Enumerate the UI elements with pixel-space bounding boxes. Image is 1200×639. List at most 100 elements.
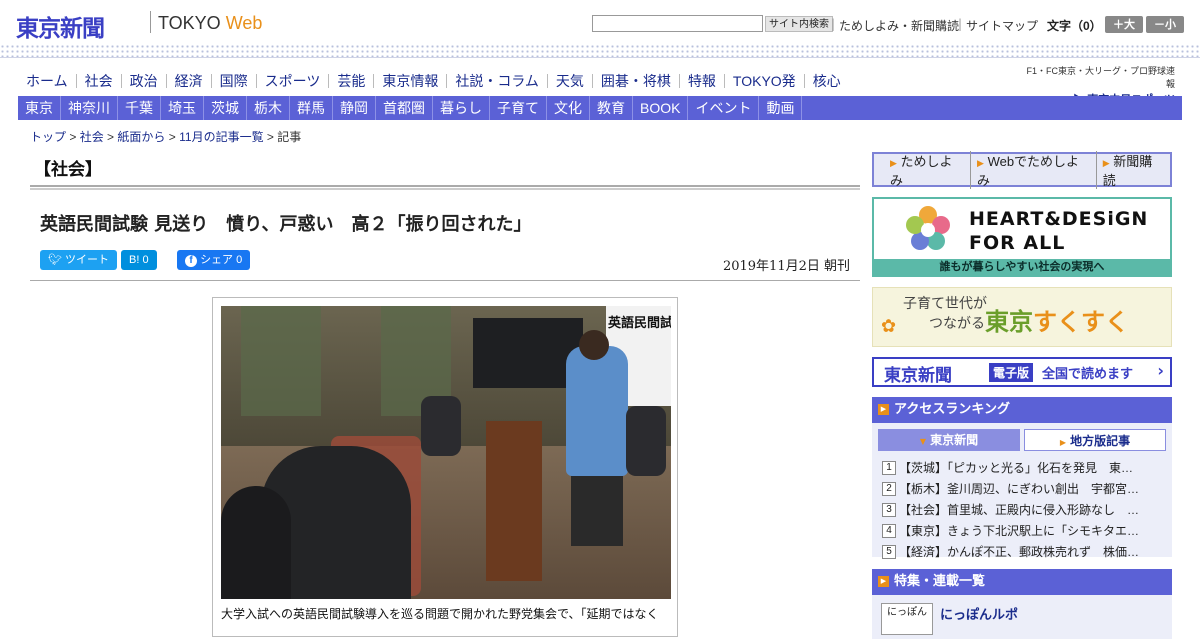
sukusuku-tagline-1: 子育て世代が [903, 296, 987, 312]
nav-sports[interactable]: スポーツ [255, 74, 329, 88]
nav2-education[interactable]: 教育 [590, 96, 633, 120]
digital-edition-tag: 電子版 [989, 363, 1034, 382]
breadcrumb-sep: > [263, 130, 278, 144]
search-input[interactable] [592, 15, 763, 32]
nav2-ibaraki[interactable]: 茨城 [204, 96, 247, 120]
logo-divider [150, 11, 151, 33]
nav2-saitama[interactable]: 埼玉 [161, 96, 204, 120]
nav2-gunma[interactable]: 群馬 [290, 96, 333, 120]
article-photo[interactable]: 英語民間試 [221, 306, 671, 599]
site-header: 東京新聞 TOKYO Web サイト内検索 | ためしよみ・新聞購読 | サイト… [0, 0, 1200, 44]
heart-design-line2: FOR ALL [969, 232, 1066, 254]
nav-politics[interactable]: 政治 [120, 74, 166, 88]
nav2-tochigi[interactable]: 栃木 [247, 96, 290, 120]
nav-go-shogi[interactable]: 囲碁・将棋 [591, 74, 679, 88]
breadcrumb-print[interactable]: 紙面から [117, 130, 165, 144]
nav2-book[interactable]: BOOK [633, 96, 689, 120]
nav-economy[interactable]: 経済 [165, 74, 211, 88]
access-ranking: アクセスランキング ▼ 東京新聞 ▶ 地方版記事 1【茨城】「ピカッと光る」化石… [872, 397, 1172, 559]
nav-entertainment[interactable]: 芸能 [328, 74, 373, 88]
tab-tokyo-shimbun[interactable]: ▼ 東京新聞 [878, 429, 1020, 451]
breadcrumb-society[interactable]: 社会 [80, 130, 104, 144]
heart-design-line1: HEART&DESiGN [969, 208, 1149, 230]
font-smaller-button[interactable]: －小 [1146, 16, 1184, 33]
nav2-parenting[interactable]: 子育て [490, 96, 547, 120]
logo-en-prefix: TOKYO [158, 13, 226, 33]
trial-read-label: ためしよみ [890, 153, 953, 188]
font-bigger-button[interactable]: ＋大 [1105, 16, 1143, 33]
arrow-right-icon: ▶ [1059, 438, 1066, 447]
hatena-bookmark-button[interactable]: B! 0 [121, 250, 157, 270]
trial-read-link[interactable]: ▶ ためしよみ [884, 150, 972, 189]
photo-caption: 大学入試への英語民間試験導入を巡る問題で開かれた野党集会で、「延期ではなく [221, 607, 659, 621]
ranking-item[interactable]: 1 【茨城】「ピカッと光る」化石を発見 東… [882, 457, 1166, 478]
nav2-metro[interactable]: 首都圏 [376, 96, 433, 120]
ranking-text: 【栃木】釜川周辺、にぎわい創出 宇都宮… [899, 482, 1140, 496]
ranking-item[interactable]: 2 【栃木】釜川周辺、にぎわい創出 宇都宮… [882, 478, 1166, 499]
nav2-culture[interactable]: 文化 [547, 96, 590, 120]
article-date: 2019年11月2日 朝刊 [722, 259, 850, 274]
ranking-item[interactable]: 4 【東京】きょう下北沢駅上に「シモキタエ… [882, 520, 1166, 541]
flower-icon: ✿ [881, 316, 897, 337]
nav2-event[interactable]: イベント [688, 96, 760, 120]
site-logo-en[interactable]: TOKYO Web [158, 13, 262, 34]
facebook-share-label: シェア 0 [200, 254, 243, 266]
nav-tokyo-hatsu[interactable]: TOKYO発 [723, 74, 804, 88]
nav2-tokyo[interactable]: 東京 [18, 96, 61, 120]
category-divider [30, 185, 860, 190]
subscribe-link[interactable]: ▶ 新聞購読 [1097, 151, 1170, 189]
nav2-kanagawa[interactable]: 神奈川 [61, 96, 118, 120]
breadcrumb-sep: > [103, 130, 118, 144]
nav2-shizuoka[interactable]: 静岡 [333, 96, 376, 120]
breadcrumb-top[interactable]: トップ [30, 130, 66, 144]
tab-tokyo-shimbun-label: 東京新聞 [930, 433, 979, 447]
trial-subscribe-link[interactable]: ためしよみ・新聞購読 [839, 17, 959, 34]
photo-seated-person [626, 406, 666, 476]
sukusuku-logo: 東京すくすく [985, 302, 1129, 337]
nav-editorial[interactable]: 社説・コラム [446, 74, 547, 88]
site-search-button[interactable]: サイト内検索 [765, 16, 833, 32]
breadcrumb-sep: > [165, 130, 180, 144]
nav2-video[interactable]: 動画 [759, 96, 803, 120]
digital-edition-text: 全国で読めます [1042, 367, 1134, 382]
ranking-text: 【経済】かんぽ不正、郵政株売れず 株価… [899, 545, 1140, 559]
ranking-item[interactable]: 3 【社会】首里城、正殿内に侵入形跡なし … [882, 499, 1166, 520]
nav-special-report[interactable]: 特報 [678, 74, 724, 88]
digital-edition-banner[interactable]: 東京新聞 電子版 全国で読めます › [872, 357, 1172, 387]
site-logo[interactable]: 東京新聞 [16, 9, 105, 43]
triangle-down-icon: ▼ [919, 437, 926, 446]
web-trial-read-link[interactable]: ▶ Webでためしよみ [971, 150, 1097, 189]
tab-local-articles[interactable]: ▶ 地方版記事 [1024, 429, 1166, 451]
primary-nav: ホーム 社会 政治 経済 国際 スポーツ 芸能 東京情報 社説・コラム 天気 囲… [18, 70, 849, 92]
ranking-item[interactable]: 5 【経済】かんぽ不正、郵政株売れず 株価… [882, 541, 1166, 562]
sitemap-link[interactable]: サイトマップ [966, 17, 1038, 34]
nav-home[interactable]: ホーム [18, 74, 76, 88]
feature-item[interactable]: にっぽん にっぽんルポ [872, 595, 1172, 639]
nav2-chiba[interactable]: 千葉 [118, 96, 161, 120]
feature-series: 特集・連載一覧 にっぽん にっぽんルポ [872, 569, 1172, 639]
nav-kakushin[interactable]: 核心 [803, 74, 849, 88]
nav-society[interactable]: 社会 [75, 74, 121, 88]
ranking-text: 【茨城】「ピカッと光る」化石を発見 東… [899, 461, 1134, 475]
breadcrumb-month-list[interactable]: 11月の記事一覧 [179, 130, 263, 144]
article-headline: 英語民間試験 見送り 憤り、戸惑い 高２「振り回された」 [40, 214, 532, 235]
nav-international[interactable]: 国際 [210, 74, 256, 88]
tweet-label: ツイート [65, 254, 110, 266]
heart-design-banner[interactable]: HEART&DESiGN FOR ALL 誰もが暮らしやすい社会の実現へ [872, 197, 1172, 277]
ranking-number: 2 [882, 481, 896, 496]
heart-design-subtitle: 誰もが暮らしやすい社会の実現へ [874, 259, 1170, 275]
nav-tokyo-info[interactable]: 東京情報 [373, 74, 446, 88]
tokyo-sukusuku-banner[interactable]: ✿ 子育て世代が つながる 東京すくすく [872, 287, 1172, 347]
facebook-icon: f [185, 255, 197, 267]
article-photo-box: 英語民間試 大学入試への英語民間試験導入を巡る問題で開かれた野党集会で、「延期で… [212, 297, 678, 637]
photo-speaker-head [579, 330, 609, 360]
article-category: 【社会】 [34, 160, 102, 180]
tweet-button[interactable]: 🐦︎ ツイート [40, 250, 118, 270]
nav-weather[interactable]: 天気 [546, 74, 592, 88]
arrow-right-icon: ▶ [890, 157, 897, 168]
article-divider [30, 280, 860, 281]
secondary-nav: 東京 神奈川 千葉 埼玉 茨城 栃木 群馬 静岡 首都圏 暮らし 子育て 文化 … [18, 96, 1182, 120]
nav2-living[interactable]: 暮らし [433, 96, 490, 120]
heart-design-title: HEART&DESiGN FOR ALL [969, 207, 1148, 255]
facebook-share-button[interactable]: f シェア 0 [177, 250, 251, 270]
